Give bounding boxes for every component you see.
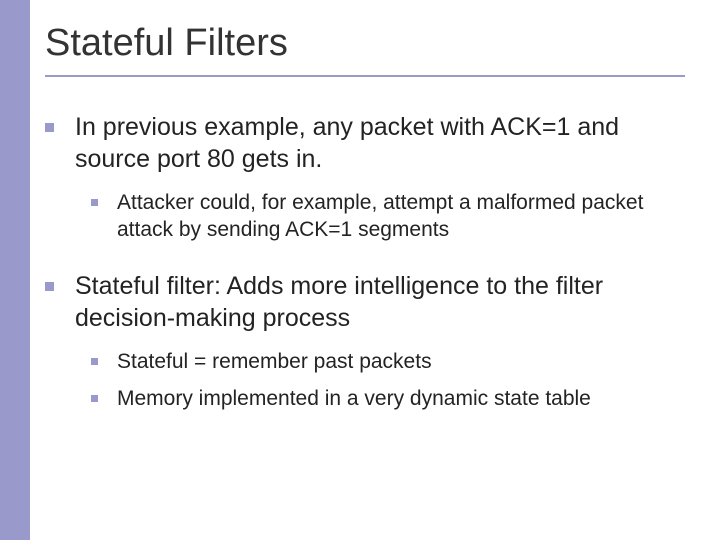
main-item-text: Stateful filter: Adds more intelligence … (75, 270, 680, 334)
slide-title: Stateful Filters (45, 22, 690, 65)
bullet-square-icon (45, 123, 54, 132)
sub-item-text: Stateful = remember past packets (117, 348, 680, 375)
main-item: Stateful filter: Adds more intelligence … (75, 270, 690, 413)
bullet-square-icon (45, 282, 54, 291)
bullet-square-icon (91, 199, 98, 206)
sub-item: Stateful = remember past packets (117, 348, 680, 375)
sub-list: Attacker could, for example, attempt a m… (75, 189, 680, 244)
sub-item: Attacker could, for example, attempt a m… (117, 189, 680, 244)
slide-content: Stateful Filters In previous example, an… (0, 0, 720, 540)
bullet-square-icon (91, 395, 98, 402)
main-item-text: In previous example, any packet with ACK… (75, 111, 680, 175)
sub-list: Stateful = remember past packets Memory … (75, 348, 680, 413)
sub-item: Memory implemented in a very dynamic sta… (117, 385, 680, 412)
sub-item-text: Attacker could, for example, attempt a m… (117, 189, 680, 244)
bullet-square-icon (91, 358, 98, 365)
main-item: In previous example, any packet with ACK… (75, 111, 690, 244)
sub-item-text: Memory implemented in a very dynamic sta… (117, 385, 680, 412)
title-underline (45, 75, 685, 77)
main-list: In previous example, any packet with ACK… (45, 111, 690, 412)
